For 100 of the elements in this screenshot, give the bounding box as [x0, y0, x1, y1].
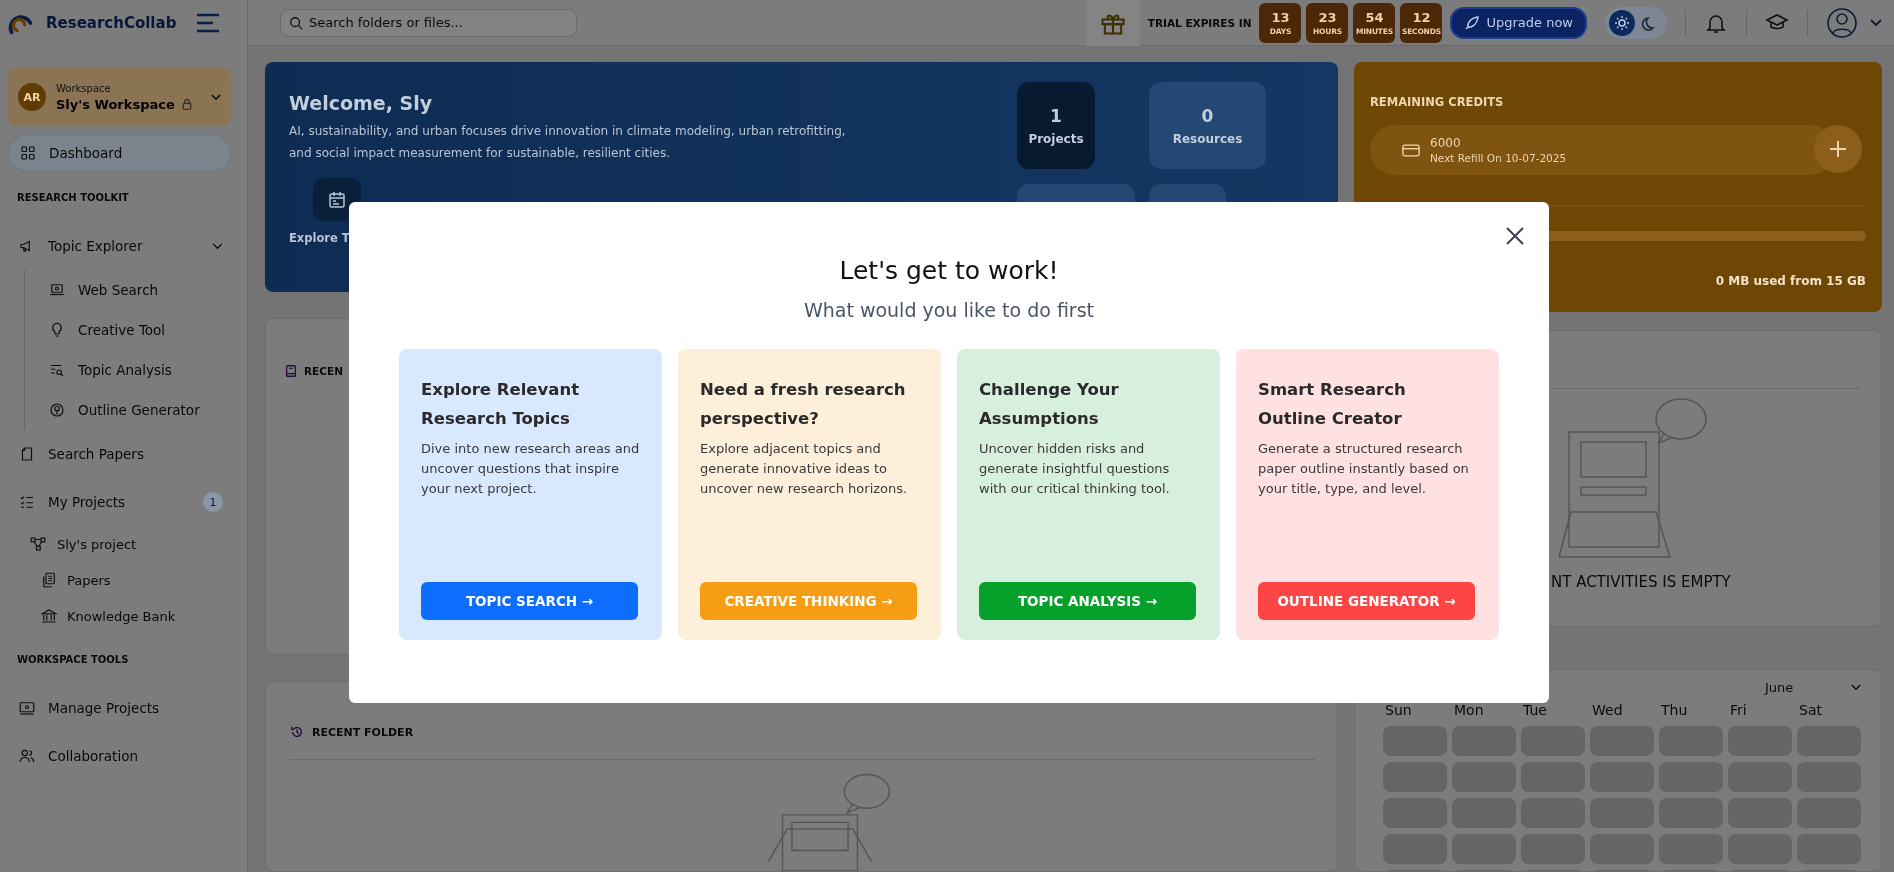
welcome-title: Welcome, Sly: [289, 92, 434, 114]
calendar-day[interactable]: [1452, 726, 1516, 756]
calendar-day[interactable]: [1590, 762, 1654, 792]
calendar-day[interactable]: [1452, 834, 1516, 864]
card-title: Smart Research Outline Creator: [1258, 379, 1407, 430]
documents-icon: [40, 571, 58, 589]
calendar-day[interactable]: [1383, 762, 1447, 792]
map-pin-icon: [48, 401, 66, 419]
add-credits-button[interactable]: [1814, 125, 1862, 173]
action-button[interactable]: TOPIC ANALYSIS →: [979, 582, 1196, 620]
calendar-day[interactable]: [1452, 762, 1516, 792]
card-description: Generate a structured research paper outline instantly based on your title, type, and level.: [1258, 440, 1470, 498]
calendar-day[interactable]: [1797, 798, 1861, 828]
stat-card[interactable]: 0 Resources: [1149, 82, 1266, 169]
storage-text: 0 MB used from 15 GB: [1715, 274, 1866, 288]
sidebar-item[interactable]: Search Papers: [8, 430, 231, 478]
monitor-icon: [18, 699, 36, 717]
welcome-text: AI, sustainability, and urban focuses drive innovation in climate modeling, urban retrofitting, and social impact measurement for sustainable, resilient cities.: [289, 123, 847, 162]
calendar-day[interactable]: [1728, 798, 1792, 828]
lock-icon: [180, 98, 193, 110]
refill-date: Next Refill On 10-07-2025: [1430, 152, 1567, 164]
calendar-day[interactable]: [1659, 762, 1723, 792]
calendar-day[interactable]: [1452, 798, 1516, 828]
sidebar-item[interactable]: Collaboration: [8, 732, 231, 780]
checklist-icon: [18, 493, 36, 511]
upgrade-button[interactable]: Upgrade now: [1450, 6, 1587, 39]
bank-icon: [40, 607, 58, 625]
calendar-day[interactable]: [1659, 798, 1723, 828]
chevron-down-icon: [211, 93, 221, 101]
calendar-day[interactable]: [1797, 726, 1861, 756]
weekday-label: Tue: [1522, 701, 1548, 720]
sidebar-item[interactable]: Dashboard: [8, 134, 231, 172]
user-avatar-icon[interactable]: [1826, 6, 1858, 39]
calendar-day[interactable]: [1728, 762, 1792, 792]
workspace-name: Sly's Workspace: [56, 96, 175, 112]
calendar-day[interactable]: [1590, 834, 1654, 864]
users-icon: [18, 747, 36, 765]
sidebar-item[interactable]: Topic Analysis: [8, 350, 231, 390]
calendar-day[interactable]: [1383, 798, 1447, 828]
sidebar-item[interactable]: My Projects 1: [8, 478, 231, 526]
month-select[interactable]: June: [1765, 676, 1861, 698]
card-description: Explore adjacent topics and generate innovative ideas to uncover new research horizons.: [700, 440, 909, 498]
weekday-label: Sat: [1798, 701, 1823, 720]
section-label: WORKSPACE TOOLS: [17, 653, 130, 667]
stat-card[interactable]: 1 Projects: [1017, 82, 1095, 169]
sidebar-item[interactable]: Sly's project: [8, 526, 231, 562]
calendar-day[interactable]: [1797, 834, 1861, 864]
calendar-day[interactable]: [1659, 726, 1723, 756]
action-button[interactable]: TOPIC SEARCH →: [421, 582, 638, 620]
chevron-down-icon: [1851, 683, 1861, 691]
weekday-label: Sun: [1384, 701, 1413, 720]
credits-title: REMAINING CREDITS: [1370, 95, 1505, 109]
book-icon: [284, 364, 298, 378]
calendar-day[interactable]: [1383, 834, 1447, 864]
workspace-switcher[interactable]: AR Workspace Sly's Workspace: [8, 68, 231, 126]
sidebar-item[interactable]: Outline Generator: [8, 390, 231, 430]
menu-icon[interactable]: [196, 13, 221, 33]
calendar-day[interactable]: [1383, 726, 1447, 756]
weekday-label: Mon: [1453, 701, 1485, 720]
theme-toggle[interactable]: [1605, 6, 1667, 39]
sidebar-item[interactable]: Manage Projects: [8, 684, 231, 732]
weekday-label: Wed: [1591, 701, 1624, 720]
sidebar-item[interactable]: Papers: [8, 562, 231, 598]
card-description: Uncover hidden risks and generate insightful questions with our critical thinking tool.: [979, 440, 1171, 498]
chevron-icon[interactable]: [212, 242, 223, 250]
workspace-avatar: AR: [18, 83, 46, 111]
sidebar-item[interactable]: Creative Tool: [8, 310, 231, 350]
section-label: RESEARCH TOOLKIT: [17, 191, 130, 205]
card-title: Explore Relevant Research Topics: [421, 379, 581, 430]
calendar-day[interactable]: [1728, 834, 1792, 864]
credit-card-icon: [1402, 142, 1420, 158]
nodes-icon: [29, 535, 47, 553]
workspace-label: Workspace: [56, 82, 112, 94]
sidebar-item[interactable]: Knowledge Bank: [8, 598, 231, 634]
panel-title: RECENT FOLDER: [312, 725, 414, 739]
quick-action-label: Explore T: [289, 231, 350, 245]
chevron-down-icon[interactable]: [1870, 18, 1882, 27]
search-field[interactable]: Search folders or files...: [280, 8, 577, 37]
credits-amount: 6000: [1430, 136, 1462, 150]
trial-label: TRIAL EXPIRES IN: [1147, 16, 1252, 29]
calendar-day[interactable]: [1659, 834, 1723, 864]
action-button[interactable]: OUTLINE GENERATOR →: [1258, 582, 1475, 620]
calendar-day[interactable]: [1797, 762, 1861, 792]
brand-name[interactable]: ResearchCollab: [46, 14, 177, 32]
weekday-label: Fri: [1729, 701, 1748, 720]
calendar-day[interactable]: [1590, 798, 1654, 828]
calendar-day[interactable]: [1590, 726, 1654, 756]
count-badge: 1: [203, 492, 223, 512]
dialog-title: Let's get to work!: [839, 256, 1059, 285]
sidebar-item[interactable]: Web Search: [8, 270, 231, 310]
grid-icon: [19, 144, 37, 162]
empty-state-text: NT ACTIVITIES IS EMPTY: [1551, 573, 1732, 591]
close-icon[interactable]: [1505, 226, 1525, 246]
card-title: Need a fresh research perspective?: [700, 379, 907, 430]
calendar-icon: [327, 189, 347, 210]
card-description: Dive into new research areas and uncover questions that inspire your next project.: [421, 440, 641, 498]
panel-title: RECEN: [304, 365, 343, 377]
sidebar-item[interactable]: Topic Explorer: [8, 222, 231, 270]
card-title: Challenge Your Assumptions: [979, 379, 1120, 430]
calendar-day[interactable]: [1728, 726, 1792, 756]
